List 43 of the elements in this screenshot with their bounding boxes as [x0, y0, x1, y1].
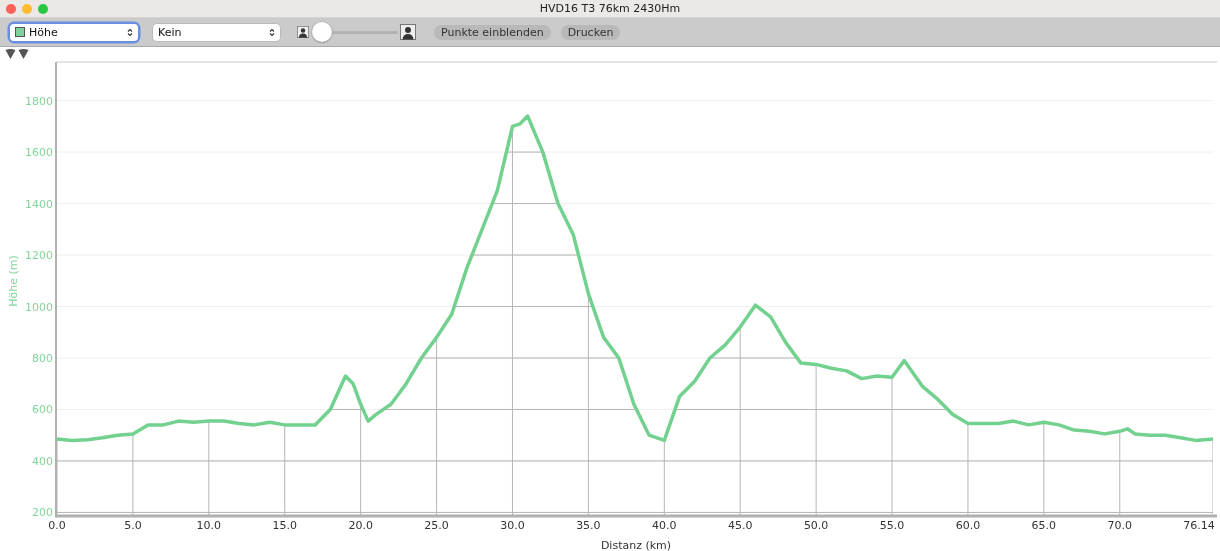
minimize-button[interactable] — [22, 3, 32, 14]
x-tick-label: 25.0 — [424, 519, 449, 532]
marker-icon[interactable] — [5, 49, 16, 59]
slider-thumb[interactable] — [312, 22, 332, 42]
toolbar-button[interactable]: Punkte einblenden — [434, 24, 551, 40]
x-tick-label: 10.0 — [196, 519, 222, 532]
x-tick-label: 65.0 — [1031, 519, 1057, 532]
x-tick-label: 30.0 — [500, 519, 525, 532]
marker-icon[interactable] — [18, 49, 29, 59]
chevron-icon — [269, 27, 275, 37]
x-tick-label: 40.0 — [652, 519, 677, 532]
y-tick-label: 1000 — [25, 300, 53, 314]
y-tick-label: 1400 — [25, 197, 53, 211]
y-tick-label: 200 — [32, 506, 53, 520]
data-select[interactable]: Höhe — [10, 23, 138, 41]
x-tick-label: 5.0 — [124, 519, 142, 532]
x-tick-label: 60.0 — [955, 519, 981, 532]
x-tick-label: 20.0 — [348, 519, 373, 532]
window-title: HVD16 T3 76km 2430Hm — [539, 2, 681, 15]
y-tick-label: 1200 — [25, 249, 53, 263]
x-tick-label: 50.0 — [803, 519, 829, 532]
toolbar-button[interactable]: Drucken — [560, 24, 621, 40]
y-tick-label: 800 — [32, 352, 53, 365]
y-tick-label: 1800 — [25, 94, 53, 108]
person-large-icon[interactable] — [400, 24, 416, 40]
x-tick-label: 15.0 — [272, 519, 297, 532]
x-axis-title: Distanz (km) — [600, 539, 672, 551]
close-button[interactable] — [6, 3, 16, 14]
zoom-button[interactable] — [38, 3, 48, 14]
x-tick-label: 0.0 — [48, 519, 66, 532]
x-tick-label: 55.0 — [879, 519, 905, 532]
x-tick-label: 76.14 — [1183, 519, 1215, 532]
y-axis-title: Höhe (m) — [7, 255, 20, 307]
overlay-select[interactable]: Kein — [153, 23, 280, 41]
person-small-icon[interactable] — [297, 26, 309, 38]
y-tick-label: 400 — [32, 454, 53, 468]
x-tick-label: 70.0 — [1107, 519, 1133, 532]
x-tick-label: 45.0 — [727, 519, 753, 532]
zoom-slider[interactable] — [312, 22, 398, 42]
y-tick-label: 1600 — [25, 146, 53, 160]
chevron-icon — [127, 27, 133, 37]
y-tick-label: 600 — [32, 403, 53, 417]
x-tick-label: 35.0 — [576, 519, 601, 532]
